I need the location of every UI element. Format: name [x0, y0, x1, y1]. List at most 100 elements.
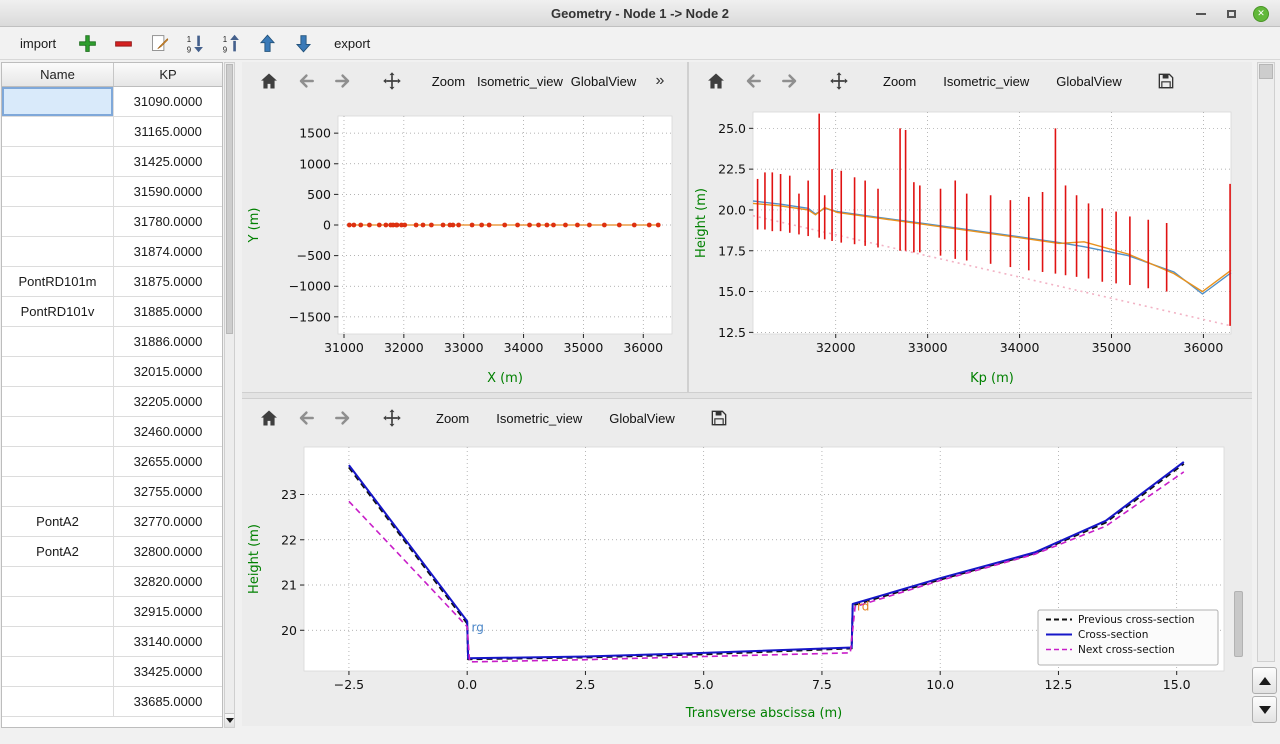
table-row[interactable]: 31425.0000: [2, 147, 222, 177]
cross-section-view-chart[interactable]: −2.50.02.55.07.510.012.515.020212223Tran…: [242, 437, 1248, 723]
name-cell[interactable]: PontA2: [2, 507, 114, 536]
minimize-button[interactable]: [1192, 5, 1210, 23]
kp-cell[interactable]: 31886.0000: [114, 327, 222, 356]
add-row-button[interactable]: [74, 30, 100, 56]
name-cell[interactable]: [2, 147, 114, 176]
table-row[interactable]: 31165.0000: [2, 117, 222, 147]
kp-cell[interactable]: 31875.0000: [114, 267, 222, 296]
move-up-button[interactable]: [254, 30, 280, 56]
table-scroll-down-button[interactable]: [225, 713, 234, 727]
zoom-button[interactable]: Zoom: [426, 403, 479, 433]
isometric-view-button[interactable]: Isometric_view: [933, 66, 1039, 96]
kp-cell[interactable]: 31165.0000: [114, 117, 222, 146]
kp-cell[interactable]: 31425.0000: [114, 147, 222, 176]
kp-cell[interactable]: 33425.0000: [114, 657, 222, 686]
table-row[interactable]: 31780.0000: [2, 207, 222, 237]
table-row[interactable]: PontA232770.0000: [2, 507, 222, 537]
name-cell[interactable]: [2, 417, 114, 446]
plan-view-chart[interactable]: 310003200033000340003500036000−1500−1000…: [242, 100, 686, 388]
scroll-down-button[interactable]: [1252, 696, 1277, 723]
kp-cell[interactable]: 31874.0000: [114, 237, 222, 266]
table-scrollbar-thumb[interactable]: [226, 64, 233, 334]
global-view-button[interactable]: GlobalView: [599, 403, 685, 433]
isometric-view-button[interactable]: Isometric_view: [478, 66, 562, 96]
remove-row-button[interactable]: [110, 30, 136, 56]
name-cell[interactable]: [2, 87, 114, 116]
table-row[interactable]: 33140.0000: [2, 627, 222, 657]
home-button[interactable]: [254, 403, 284, 433]
name-cell[interactable]: [2, 177, 114, 206]
name-cell[interactable]: PontRD101v: [2, 297, 114, 326]
table-row[interactable]: PontA232800.0000: [2, 537, 222, 567]
table-row[interactable]: 31886.0000: [2, 327, 222, 357]
edit-button[interactable]: [146, 30, 172, 56]
kp-cell[interactable]: 32015.0000: [114, 357, 222, 386]
save-figure-button[interactable]: [1151, 66, 1181, 96]
name-cell[interactable]: [2, 117, 114, 146]
plot-scrollbar-thumb[interactable]: [1234, 591, 1243, 657]
sort-ascending-button[interactable]: 19: [218, 30, 244, 56]
name-cell[interactable]: [2, 207, 114, 236]
name-cell[interactable]: PontA2: [2, 537, 114, 566]
table-row[interactable]: 31090.0000: [2, 87, 222, 117]
pan-button[interactable]: [824, 66, 854, 96]
name-cell[interactable]: [2, 447, 114, 476]
table-scrollbar[interactable]: [224, 62, 235, 728]
name-cell[interactable]: [2, 597, 114, 626]
kp-cell[interactable]: 31780.0000: [114, 207, 222, 236]
sort-descending-button[interactable]: 19: [182, 30, 208, 56]
window-scrollbar[interactable]: [1257, 62, 1275, 662]
forward-button[interactable]: [328, 66, 358, 96]
table-row[interactable]: PontRD101v31885.0000: [2, 297, 222, 327]
table-row[interactable]: 32755.0000: [2, 477, 222, 507]
kp-cell[interactable]: 32460.0000: [114, 417, 222, 446]
kp-cell[interactable]: 32205.0000: [114, 387, 222, 416]
name-cell[interactable]: [2, 657, 114, 686]
pan-button[interactable]: [377, 66, 407, 96]
table-row[interactable]: 32460.0000: [2, 417, 222, 447]
close-button[interactable]: ✕: [1252, 5, 1270, 23]
forward-button[interactable]: [328, 403, 358, 433]
zoom-button[interactable]: Zoom: [426, 66, 471, 96]
name-cell[interactable]: [2, 477, 114, 506]
kp-cell[interactable]: 31090.0000: [114, 87, 222, 116]
import-button[interactable]: import: [12, 30, 64, 56]
table-row[interactable]: 32205.0000: [2, 387, 222, 417]
table-row[interactable]: 33685.0000: [2, 687, 222, 717]
zoom-button[interactable]: Zoom: [873, 66, 926, 96]
isometric-view-button[interactable]: Isometric_view: [486, 403, 592, 433]
name-cell[interactable]: [2, 687, 114, 716]
toolbar-overflow-button[interactable]: »: [645, 66, 675, 96]
global-view-button[interactable]: GlobalView: [1046, 66, 1132, 96]
profile-view-chart[interactable]: 320003300034000350003600012.515.017.520.…: [689, 100, 1249, 388]
name-cell[interactable]: [2, 237, 114, 266]
name-cell[interactable]: [2, 387, 114, 416]
home-button[interactable]: [701, 66, 731, 96]
table-row[interactable]: 32655.0000: [2, 447, 222, 477]
back-button[interactable]: [291, 66, 321, 96]
kp-cell[interactable]: 32800.0000: [114, 537, 222, 566]
name-cell[interactable]: [2, 327, 114, 356]
table-row[interactable]: 33425.0000: [2, 657, 222, 687]
kp-cell[interactable]: 31590.0000: [114, 177, 222, 206]
kp-cell[interactable]: 32915.0000: [114, 597, 222, 626]
back-button[interactable]: [291, 403, 321, 433]
table-row[interactable]: 31590.0000: [2, 177, 222, 207]
global-view-button[interactable]: GlobalView: [569, 66, 638, 96]
back-button[interactable]: [738, 66, 768, 96]
kp-cell[interactable]: 33140.0000: [114, 627, 222, 656]
restore-button[interactable]: [1222, 5, 1240, 23]
table-row[interactable]: PontRD101m31875.0000: [2, 267, 222, 297]
scroll-up-button[interactable]: [1252, 667, 1277, 694]
export-button[interactable]: export: [326, 30, 378, 56]
window-scrollbar-thumb[interactable]: [1259, 64, 1273, 79]
column-header-name[interactable]: Name: [2, 63, 114, 86]
kp-cell[interactable]: 32770.0000: [114, 507, 222, 536]
kp-cell[interactable]: 33685.0000: [114, 687, 222, 716]
name-cell[interactable]: [2, 357, 114, 386]
pan-button[interactable]: [377, 403, 407, 433]
column-header-kp[interactable]: KP: [114, 63, 222, 86]
kp-cell[interactable]: 31885.0000: [114, 297, 222, 326]
name-cell[interactable]: PontRD101m: [2, 267, 114, 296]
home-button[interactable]: [254, 66, 284, 96]
